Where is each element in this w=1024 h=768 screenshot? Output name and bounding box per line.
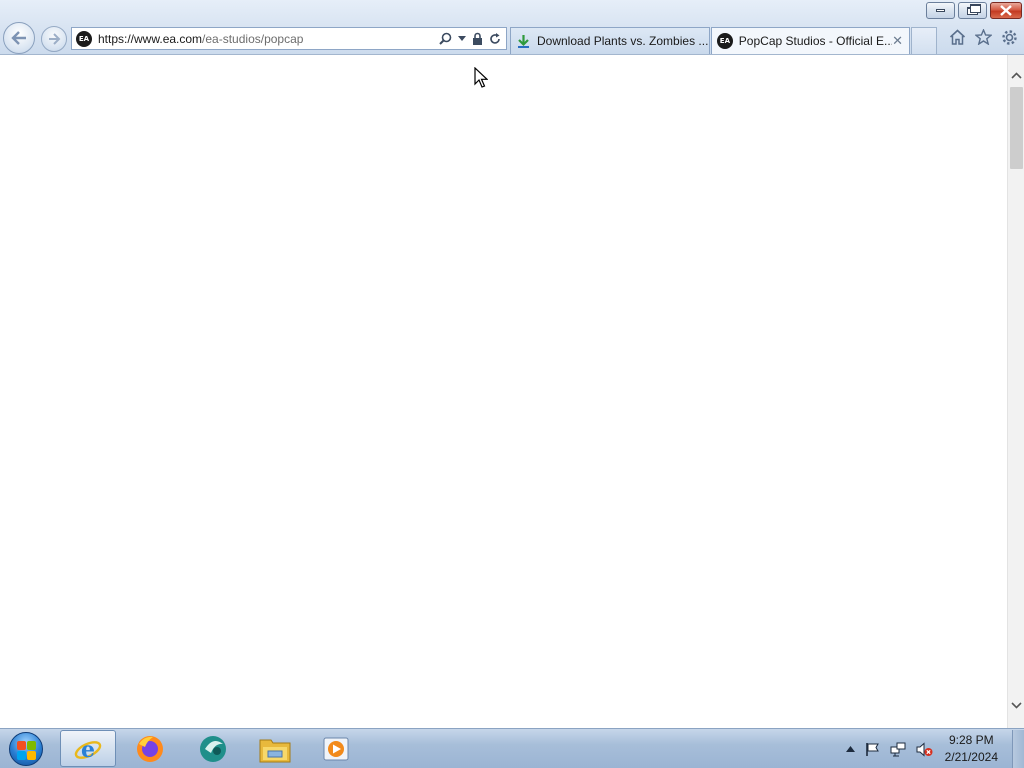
favorites-star-icon[interactable] bbox=[974, 28, 992, 46]
address-bar[interactable]: EA https://www.ea.com/ea-studios/popcap bbox=[71, 27, 507, 50]
show-hidden-icons-icon[interactable] bbox=[845, 746, 855, 752]
minimize-button[interactable] bbox=[926, 2, 955, 19]
vertical-scrollbar[interactable] bbox=[1007, 55, 1024, 728]
address-tools bbox=[439, 32, 501, 45]
taskbar: e 9:28 PM 2/21/2024 bbox=[0, 728, 1024, 768]
media-player-icon bbox=[323, 737, 349, 760]
forward-button[interactable] bbox=[41, 26, 67, 52]
firefox-icon bbox=[137, 735, 163, 762]
back-arrow-icon bbox=[11, 31, 26, 45]
tab-close-icon[interactable]: ✕ bbox=[892, 33, 903, 49]
chevron-up-icon bbox=[1011, 72, 1022, 79]
taskbar-file-explorer[interactable] bbox=[247, 730, 303, 767]
chevron-down-icon bbox=[1011, 702, 1022, 709]
restore-button[interactable] bbox=[958, 2, 987, 19]
ea-site-icon: EA bbox=[76, 30, 92, 47]
home-icon[interactable] bbox=[948, 28, 966, 46]
browser-chrome: EA https://www.ea.com/ea-studios/popcap … bbox=[0, 0, 1024, 55]
minimize-icon bbox=[936, 9, 945, 12]
internet-explorer-icon: e bbox=[74, 737, 102, 763]
forward-arrow-icon bbox=[49, 33, 61, 45]
network-icon[interactable] bbox=[890, 742, 906, 757]
volume-muted-icon[interactable] bbox=[916, 741, 933, 757]
tab-label: PopCap Studios - Official E... bbox=[738, 34, 893, 48]
refresh-icon[interactable] bbox=[489, 32, 501, 45]
mouse-pointer-icon bbox=[474, 67, 488, 88]
tab-popcap-studios[interactable]: EA PopCap Studios - Official E... ✕ bbox=[711, 27, 910, 54]
url-path: /ea-studios/popcap bbox=[202, 31, 304, 46]
media-app-icon bbox=[200, 735, 226, 762]
window-caption-buttons bbox=[926, 2, 1022, 20]
action-center-flag-icon[interactable] bbox=[865, 742, 880, 757]
back-button[interactable] bbox=[3, 22, 35, 54]
file-explorer-icon bbox=[259, 739, 291, 762]
page-content[interactable] bbox=[0, 55, 1007, 728]
taskbar-firefox[interactable] bbox=[122, 730, 178, 767]
download-arrow-icon bbox=[518, 34, 529, 48]
system-tray: 9:28 PM 2/21/2024 bbox=[845, 729, 1024, 768]
new-tab-button[interactable] bbox=[911, 27, 937, 54]
dropdown-arrow-icon[interactable] bbox=[458, 36, 466, 41]
tray-icons bbox=[845, 741, 933, 757]
clock-date: 2/21/2024 bbox=[944, 750, 998, 764]
clock[interactable]: 9:28 PM 2/21/2024 bbox=[945, 732, 998, 766]
show-desktop-button[interactable] bbox=[1012, 730, 1024, 768]
scroll-thumb[interactable] bbox=[1010, 87, 1023, 169]
url-host: https://www.ea.com bbox=[98, 31, 203, 46]
scroll-down-button[interactable] bbox=[1008, 697, 1024, 714]
tab-label: Download Plants vs. Zombies ... bbox=[537, 34, 709, 48]
command-icons bbox=[948, 28, 1018, 46]
ea-logo-icon: EA bbox=[717, 33, 733, 49]
search-icon[interactable] bbox=[439, 32, 452, 45]
windows-logo-icon bbox=[9, 732, 43, 766]
taskbar-media-player[interactable] bbox=[308, 730, 364, 767]
close-button[interactable] bbox=[990, 2, 1022, 19]
taskbar-internet-explorer[interactable]: e bbox=[60, 730, 116, 767]
start-button[interactable] bbox=[6, 731, 46, 767]
svg-text:e: e bbox=[81, 737, 95, 763]
url-text[interactable]: https://www.ea.com/ea-studios/popcap bbox=[98, 32, 303, 46]
taskbar-media-app[interactable] bbox=[185, 730, 241, 767]
lock-icon[interactable] bbox=[472, 32, 483, 45]
clock-time: 9:28 PM bbox=[948, 733, 994, 747]
restore-icon bbox=[967, 3, 981, 15]
tab-download-plants-vs-zombies[interactable]: Download Plants vs. Zombies ... bbox=[510, 27, 710, 54]
settings-gear-icon[interactable] bbox=[1000, 28, 1018, 46]
scroll-up-button[interactable] bbox=[1008, 67, 1024, 84]
close-icon bbox=[1000, 5, 1012, 16]
